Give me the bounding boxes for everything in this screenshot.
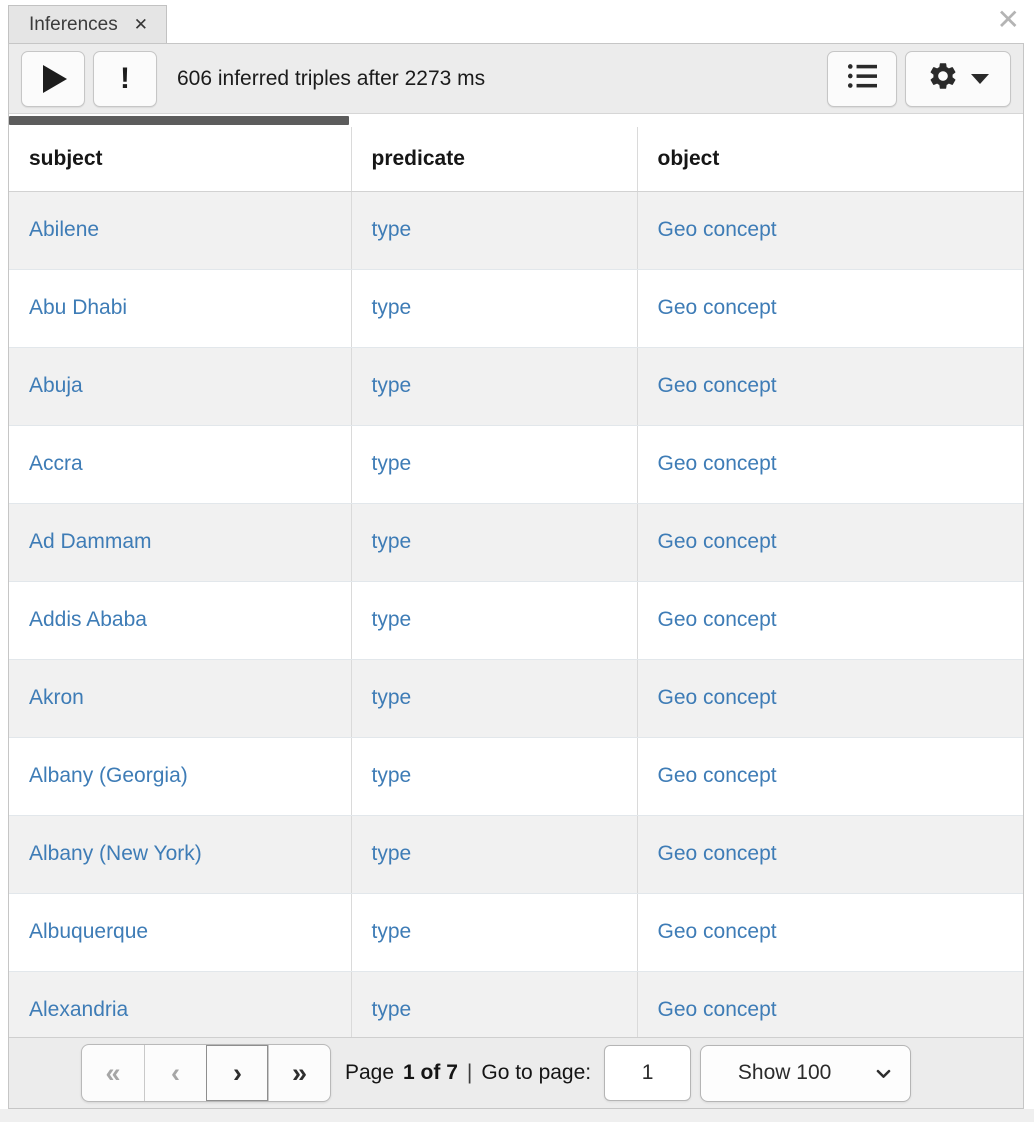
- page-background-strip: [0, 1109, 1034, 1122]
- table-row: Albany (Georgia) type Geo concept: [9, 737, 1023, 815]
- column-header-predicate: predicate: [351, 127, 637, 191]
- caret-down-icon: [971, 74, 989, 84]
- subject-link[interactable]: Abuja: [29, 374, 83, 397]
- predicate-link[interactable]: type: [372, 218, 412, 241]
- list-icon: [845, 61, 879, 96]
- goto-page-label: Go to page:: [481, 1061, 591, 1085]
- object-link[interactable]: Geo concept: [658, 530, 777, 553]
- toolbar: ! 606 inferred triples after 2273 ms: [9, 44, 1023, 114]
- panel-close-icon[interactable]: ✕: [997, 6, 1020, 34]
- object-link[interactable]: Geo concept: [658, 296, 777, 319]
- separator: |: [467, 1061, 472, 1085]
- predicate-link[interactable]: type: [372, 452, 412, 475]
- settings-dropdown-button[interactable]: [905, 51, 1011, 107]
- table-row: Ad Dammam type Geo concept: [9, 503, 1023, 581]
- gear-icon: [927, 60, 959, 97]
- page-size-select[interactable]: Show 100: [700, 1045, 911, 1102]
- object-link[interactable]: Geo concept: [658, 686, 777, 709]
- predicate-link[interactable]: type: [372, 530, 412, 553]
- subject-link[interactable]: Albuquerque: [29, 920, 148, 943]
- status-text: 606 inferred triples after 2273 ms: [177, 67, 485, 91]
- table-row: Albuquerque type Geo concept: [9, 893, 1023, 971]
- subject-link[interactable]: Accra: [29, 452, 83, 475]
- subject-link[interactable]: Albany (New York): [29, 842, 202, 865]
- page-value: 1 of 7: [403, 1061, 458, 1085]
- exclamation-icon: !: [120, 64, 130, 94]
- inferences-panel: ! 606 inferred triples after 2273 ms: [8, 43, 1024, 1109]
- predicate-link[interactable]: type: [372, 608, 412, 631]
- list-view-button[interactable]: [827, 51, 897, 107]
- table-row: Alexandria type Geo concept: [9, 971, 1023, 1037]
- column-header-object: object: [637, 127, 1023, 191]
- tab-inferences[interactable]: Inferences ✕: [8, 5, 167, 43]
- predicate-link[interactable]: type: [372, 296, 412, 319]
- object-link[interactable]: Geo concept: [658, 608, 777, 631]
- object-link[interactable]: Geo concept: [658, 218, 777, 241]
- column-header-subject: subject: [9, 127, 351, 191]
- page-word: Page: [345, 1061, 394, 1085]
- object-link[interactable]: Geo concept: [658, 998, 777, 1021]
- next-page-button[interactable]: ›: [206, 1045, 268, 1101]
- table-row: Addis Ababa type Geo concept: [9, 581, 1023, 659]
- subject-link[interactable]: Abilene: [29, 218, 99, 241]
- object-link[interactable]: Geo concept: [658, 452, 777, 475]
- last-page-button[interactable]: »: [268, 1045, 330, 1101]
- subject-link[interactable]: Ad Dammam: [29, 530, 152, 553]
- play-icon: [43, 65, 67, 93]
- first-page-button[interactable]: «: [82, 1045, 144, 1101]
- table-row: Accra type Geo concept: [9, 425, 1023, 503]
- pagination-bar: « ‹ › » Page 1 of 7 | Go to page: Show 1…: [9, 1037, 1023, 1108]
- subject-link[interactable]: Abu Dhabi: [29, 296, 127, 319]
- scrollbar-thumb[interactable]: [9, 116, 349, 125]
- object-link[interactable]: Geo concept: [658, 764, 777, 787]
- table-row: Abu Dhabi type Geo concept: [9, 269, 1023, 347]
- predicate-link[interactable]: type: [372, 998, 412, 1021]
- table-row: Akron type Geo concept: [9, 659, 1023, 737]
- table-row: Abuja type Geo concept: [9, 347, 1023, 425]
- inferences-table: subject predicate object Abilene type Ge…: [9, 127, 1023, 1037]
- object-link[interactable]: Geo concept: [658, 374, 777, 397]
- predicate-link[interactable]: type: [372, 842, 412, 865]
- subject-link[interactable]: Addis Ababa: [29, 608, 147, 631]
- tab-label: Inferences: [29, 14, 118, 36]
- predicate-link[interactable]: type: [372, 374, 412, 397]
- predicate-link[interactable]: type: [372, 764, 412, 787]
- page-size-label: Show 100: [738, 1061, 831, 1085]
- explain-button[interactable]: !: [93, 51, 157, 107]
- horizontal-scrollbar[interactable]: [9, 114, 1023, 127]
- pager-button-group: « ‹ › »: [81, 1044, 331, 1102]
- table-row: Abilene type Geo concept: [9, 191, 1023, 269]
- chevron-down-icon: [874, 1064, 893, 1089]
- table-header-row: subject predicate object: [9, 127, 1023, 191]
- page-status: Page 1 of 7 | Go to page:: [345, 1061, 591, 1085]
- table-row: Albany (New York) type Geo concept: [9, 815, 1023, 893]
- subject-link[interactable]: Akron: [29, 686, 84, 709]
- previous-page-button[interactable]: ‹: [144, 1045, 206, 1101]
- object-link[interactable]: Geo concept: [658, 920, 777, 943]
- subject-link[interactable]: Alexandria: [29, 998, 128, 1021]
- goto-page-input[interactable]: [604, 1045, 691, 1101]
- tab-close-icon[interactable]: ✕: [134, 16, 148, 33]
- object-link[interactable]: Geo concept: [658, 842, 777, 865]
- table-container: subject predicate object Abilene type Ge…: [9, 127, 1023, 1037]
- subject-link[interactable]: Albany (Georgia): [29, 764, 188, 787]
- predicate-link[interactable]: type: [372, 686, 412, 709]
- run-inference-button[interactable]: [21, 51, 85, 107]
- predicate-link[interactable]: type: [372, 920, 412, 943]
- table-body: Abilene type Geo concept Abu Dhabi type …: [9, 191, 1023, 1037]
